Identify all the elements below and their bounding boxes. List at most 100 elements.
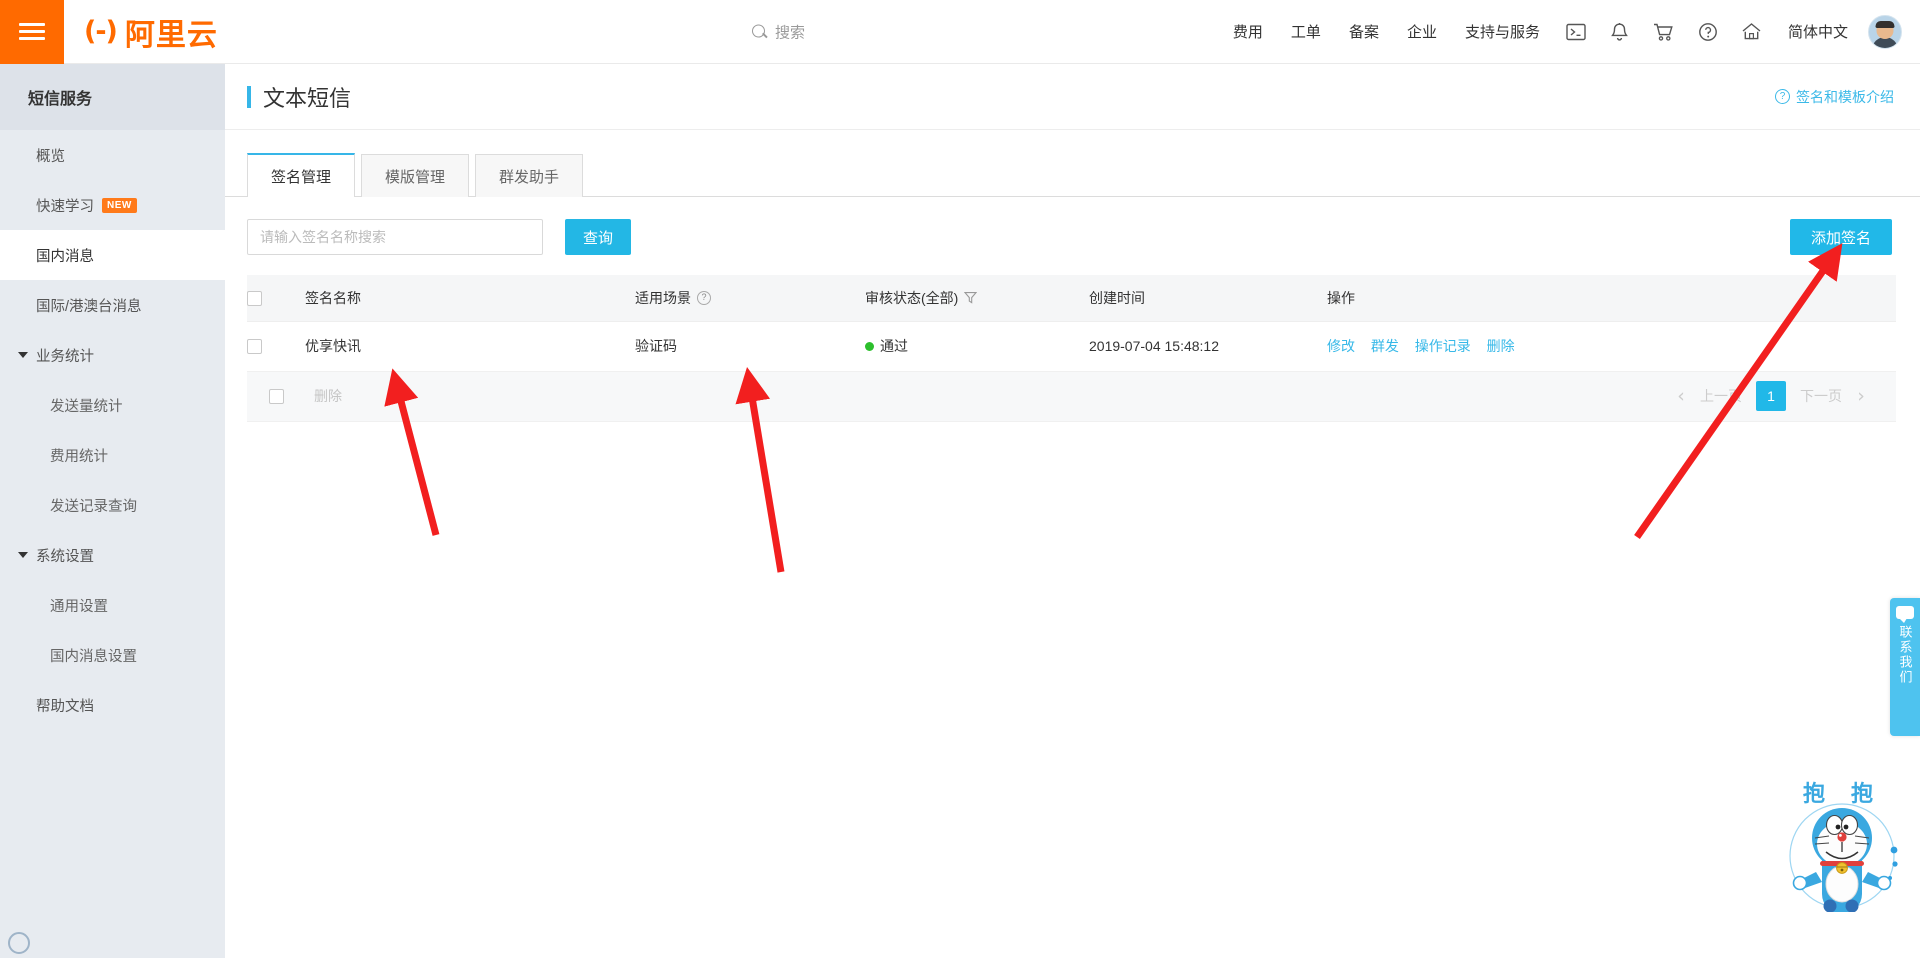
sidebar-item-send-record-query[interactable]: 发送记录查询 [0, 480, 225, 530]
sidebar-item-label: 国际/港澳台消息 [36, 298, 142, 315]
chevron-down-icon [18, 352, 28, 358]
avatar[interactable] [1868, 14, 1902, 49]
add-signature-button[interactable]: 添加签名 [1790, 219, 1892, 255]
nav-link-enterprise[interactable]: 企业 [1393, 21, 1451, 42]
page-title: 文本短信 [247, 81, 351, 113]
sidebar: 短信服务 概览 快速学习 NEW 国内消息 国际/港澳台消息 业务统计 发送量统… [0, 64, 225, 958]
global-search[interactable]: 搜索 [752, 21, 805, 42]
signature-table-wrapper: 签名名称 适用场景 ? 审核状态(全部) 创建时间 操作 优享快讯 验证码 通过… [225, 275, 1920, 422]
sidebar-item-label: 国内消息 [36, 248, 94, 265]
title-accent-bar [247, 85, 251, 108]
sidebar-item-general-settings[interactable]: 通用设置 [0, 580, 225, 630]
tab-signature-management[interactable]: 签名管理 [247, 153, 355, 197]
table-header-select [247, 275, 305, 322]
nav-link-tickets[interactable]: 工单 [1277, 21, 1335, 42]
edit-link[interactable]: 修改 [1327, 338, 1355, 354]
question-circle-icon: ? [1775, 89, 1790, 104]
sidebar-item-label: 业务统计 [36, 348, 94, 365]
hamburger-icon [19, 19, 45, 44]
table-header-time: 创建时间 [1089, 275, 1327, 322]
tab-bulk-send-assistant[interactable]: 群发助手 [475, 154, 583, 197]
filter-bar: 查询 添加签名 [225, 197, 1920, 275]
select-all-checkbox[interactable] [247, 291, 262, 307]
pagination: ‹ 上一页 1 下一页 › [1670, 381, 1872, 411]
bell-icon[interactable] [1598, 10, 1642, 54]
search-placeholder-label: 搜索 [775, 24, 806, 41]
sidebar-group-business-stats[interactable]: 业务统计 [0, 330, 225, 380]
sidebar-item-label: 费用统计 [50, 448, 108, 465]
row-checkbox[interactable] [247, 339, 262, 355]
intro-link-label: 签名和模板介绍 [1796, 88, 1894, 105]
top-nav: 费用 工单 备案 企业 支持与服务 简体中文 [1219, 10, 1902, 54]
logo-bracket-icon: (-) [84, 16, 118, 47]
doraemon-mascot[interactable]: 抱 抱 [1782, 776, 1902, 916]
nav-link-support[interactable]: 支持与服务 [1451, 21, 1554, 42]
table-header-status: 审核状态(全部) [865, 275, 1089, 322]
question-circle-icon[interactable]: ? [697, 290, 711, 305]
column-label: 签名名称 [305, 289, 361, 306]
operation-log-link[interactable]: 操作记录 [1415, 338, 1471, 354]
sidebar-item-label: 快速学习 [36, 198, 94, 215]
row-signature-name: 优享快讯 [305, 321, 635, 372]
page-title-text: 文本短信 [263, 85, 352, 111]
search-icon [752, 24, 767, 39]
signature-template-intro-link[interactable]: ? 签名和模板介绍 [1775, 87, 1894, 107]
tab-bar: 签名管理 模版管理 群发助手 [225, 153, 1920, 197]
sidebar-item-international-messages[interactable]: 国际/港澳台消息 [0, 280, 225, 330]
status-dot-icon [865, 341, 874, 351]
table-header-name: 签名名称 [305, 275, 635, 322]
sidebar-item-fee-stats[interactable]: 费用统计 [0, 430, 225, 480]
sidebar-item-domestic-messages[interactable]: 国内消息 [0, 230, 225, 280]
sidebar-item-domestic-message-settings[interactable]: 国内消息设置 [0, 630, 225, 680]
contact-us-tab[interactable]: 联系我们 [1890, 598, 1920, 736]
sidebar-item-label: 发送记录查询 [50, 498, 137, 515]
next-page-button[interactable]: 下一页 [1796, 386, 1846, 406]
sidebar-title: 短信服务 [0, 64, 225, 130]
sidebar-item-send-volume-stats[interactable]: 发送量统计 [0, 380, 225, 430]
main-content: 文本短信 ? 签名和模板介绍 签名管理 模版管理 群发助手 查询 添加签名 [225, 64, 1920, 958]
tab-label: 签名管理 [270, 168, 331, 186]
status-badge: 通过 [880, 338, 908, 354]
sidebar-item-help-docs[interactable]: 帮助文档 [0, 680, 225, 730]
signature-search-input[interactable] [247, 219, 543, 255]
chevron-left-icon[interactable]: ‹ [1670, 381, 1692, 411]
tab-template-management[interactable]: 模版管理 [361, 154, 469, 197]
page-number-1[interactable]: 1 [1756, 381, 1786, 411]
column-label: 审核状态(全部) [865, 289, 959, 306]
sidebar-item-label: 系统设置 [36, 548, 94, 565]
nav-link-icp[interactable]: 备案 [1335, 21, 1393, 42]
alibaba-cloud-logo[interactable]: (-) 阿里云 [84, 10, 218, 54]
row-status: 通过 [865, 321, 1089, 372]
table-row: 优享快讯 验证码 通过 2019-07-04 15:48:12 修改 群发 操作… [247, 321, 1896, 372]
language-selector[interactable]: 简体中文 [1774, 21, 1862, 42]
sidebar-item-label: 国内消息设置 [50, 648, 137, 665]
row-select-cell [247, 321, 305, 372]
signature-table: 签名名称 适用场景 ? 审核状态(全部) 创建时间 操作 优享快讯 验证码 通过… [247, 275, 1896, 372]
mascot-illustration [1789, 803, 1898, 912]
table-footer: 删除 ‹ 上一页 1 下一页 › [247, 371, 1896, 422]
sidebar-item-label: 发送量统计 [50, 398, 123, 415]
bulk-send-link[interactable]: 群发 [1371, 338, 1399, 354]
sidebar-item-quick-learning[interactable]: 快速学习 NEW [0, 180, 225, 230]
hamburger-menu-button[interactable] [0, 0, 64, 64]
nav-link-fees[interactable]: 费用 [1219, 21, 1277, 42]
filter-funnel-icon[interactable] [964, 291, 978, 304]
column-label: 操作 [1327, 289, 1355, 306]
help-icon[interactable] [1686, 10, 1730, 54]
footer-select-all-checkbox[interactable] [269, 388, 284, 404]
chevron-right-icon[interactable]: › [1850, 381, 1872, 411]
sidebar-item-label: 通用设置 [50, 598, 108, 615]
collapse-sidebar-icon[interactable] [8, 932, 30, 954]
sidebar-item-overview[interactable]: 概览 [0, 130, 225, 180]
prev-page-button[interactable]: 上一页 [1696, 386, 1746, 406]
table-header-row: 签名名称 适用场景 ? 审核状态(全部) 创建时间 操作 [247, 275, 1896, 322]
row-create-time: 2019-07-04 15:48:12 [1089, 321, 1327, 372]
sidebar-group-system-settings[interactable]: 系统设置 [0, 530, 225, 580]
query-button[interactable]: 查询 [565, 219, 632, 255]
home-icon[interactable] [1730, 10, 1774, 54]
terminal-icon[interactable] [1554, 10, 1598, 54]
cart-icon[interactable] [1642, 10, 1686, 54]
batch-delete-button[interactable]: 删除 [314, 386, 342, 406]
table-header-scene: 适用场景 ? [635, 275, 865, 322]
delete-link[interactable]: 删除 [1487, 338, 1515, 354]
